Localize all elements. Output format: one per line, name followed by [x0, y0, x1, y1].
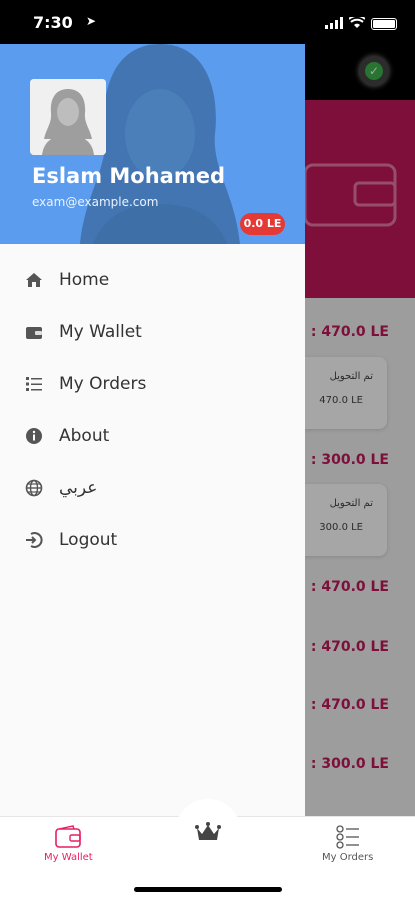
avatar-placeholder-icon	[30, 79, 106, 155]
drawer-menu: Home My Wallet My Orders About عربي Logo…	[0, 254, 305, 566]
menu-item-language[interactable]: عربي	[0, 462, 305, 514]
logout-icon	[24, 530, 44, 550]
menu-item-about[interactable]: About	[0, 410, 305, 462]
info-icon	[24, 426, 44, 446]
menu-item-label: Home	[59, 270, 110, 290]
wallet-icon	[55, 825, 82, 848]
list-icon	[336, 825, 359, 849]
menu-item-label: عربي	[59, 478, 98, 498]
avatar[interactable]	[30, 79, 106, 155]
menu-item-label: My Wallet	[59, 322, 142, 342]
drawer-header: Eslam Mohamed exam@example.com 0.0 LE	[0, 44, 305, 244]
user-email: exam@example.com	[32, 195, 159, 209]
home-icon	[24, 270, 44, 290]
user-name: Eslam Mohamed	[32, 164, 226, 188]
menu-item-wallet[interactable]: My Wallet	[0, 306, 305, 358]
home-indicator	[134, 887, 282, 892]
crown-icon	[195, 822, 221, 840]
balance-badge: 0.0 LE	[240, 213, 285, 235]
bottom-tab-bar: My Wallet My Orders	[0, 799, 415, 900]
menu-item-label: Logout	[59, 530, 118, 550]
location-arrow-icon: ➤	[86, 14, 97, 28]
tab-my-orders[interactable]: My Orders	[322, 825, 373, 863]
menu-item-logout[interactable]: Logout	[0, 514, 305, 566]
tab-label: My Orders	[322, 852, 374, 863]
status-time: 7:30	[33, 13, 73, 32]
tab-label: My Wallet	[44, 852, 93, 863]
menu-item-orders[interactable]: My Orders	[0, 358, 305, 410]
wallet-icon	[24, 322, 44, 342]
globe-icon	[24, 478, 44, 498]
list-icon	[24, 374, 44, 394]
signal-icon	[325, 14, 343, 33]
menu-item-label: My Orders	[59, 374, 147, 394]
menu-item-label: About	[59, 426, 110, 446]
status-bar: 7:30 ➤	[0, 0, 415, 44]
home-crown-button[interactable]	[175, 799, 241, 865]
tab-my-wallet[interactable]: My Wallet	[44, 825, 93, 863]
menu-item-home[interactable]: Home	[0, 254, 305, 306]
navigation-drawer: Eslam Mohamed exam@example.com 0.0 LE Ho…	[0, 44, 305, 816]
battery-icon	[371, 17, 397, 30]
wifi-icon	[348, 14, 366, 33]
